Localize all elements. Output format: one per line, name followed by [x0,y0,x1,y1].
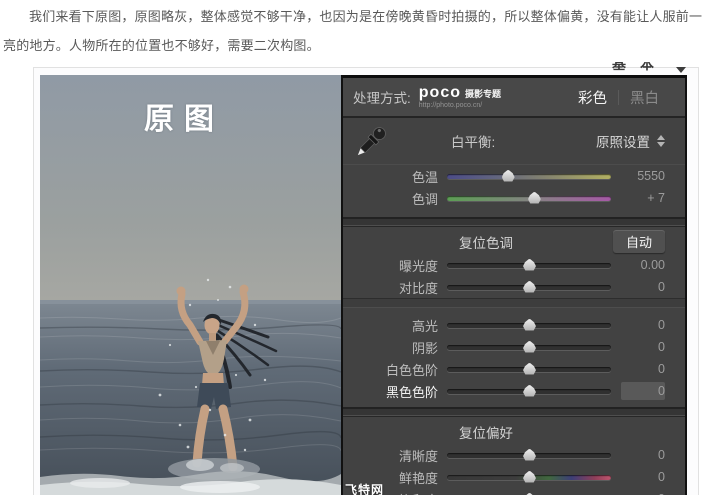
photo-label: 原图 [144,103,224,136]
exposure-value[interactable]: 0.00 [611,256,665,274]
slider-saturation: 饱和度 0 [343,488,685,495]
tone-subseparator [343,298,685,308]
original-photo: 原图 [40,75,341,495]
exposure-slider-track[interactable] [447,258,611,271]
site-watermark: 飞特网 [345,483,385,495]
slider-temp: 色温 5550 [411,167,665,185]
poco-logo: poco 摄影专题 http://photo.poco.cn/ [418,84,501,110]
exposure-slider-knob[interactable] [523,258,536,271]
temp-slider-track[interactable] [447,169,611,182]
intro-paragraph: 我们来看下原图，原图略灰，整体感觉不够干净，也因为是在傍晚黄昏时拍摄的，所以整体… [3,9,703,53]
presence-section: 复位偏好 清晰度 0 鲜艳度 0 饱和度 0 [343,417,685,495]
highlights-slider-knob[interactable] [523,318,536,331]
basic-panel-tab-cropped[interactable]: 基本 [612,62,692,75]
shadows-slider-track[interactable] [447,340,611,353]
section-separator [343,217,685,227]
slider-tint: 色调 + 7 [411,189,665,207]
contrast-value[interactable]: 0 [611,278,665,296]
whites-value[interactable]: 0 [611,360,665,378]
clarity-slider-track[interactable] [447,448,611,461]
contrast-slider-knob[interactable] [523,280,536,293]
whites-slider-knob[interactable] [523,362,536,375]
poco-url: http://photo.poco.cn/ [418,102,483,109]
slider-exposure: 曝光度 0.00 [398,256,665,274]
slider-whites: 白色色阶 0 [385,360,665,378]
temp-slider-knob[interactable] [501,169,515,182]
blacks-slider-knob[interactable] [523,384,536,397]
highlights-slider-track[interactable] [447,318,611,331]
clarity-slider-knob[interactable] [523,448,536,461]
develop-panel: 处理方式: poco 摄影专题 http://photo.poco.cn/ 彩色… [341,75,687,495]
shadows-value[interactable]: 0 [611,338,665,356]
presence-section-title[interactable]: 复位偏好 [459,422,513,442]
original-photo-illustration [40,75,341,495]
eyedropper-icon[interactable] [353,120,391,162]
mode-bw-button[interactable]: 黑白 [630,87,659,108]
whites-slider-track[interactable] [447,362,611,375]
tone-section-title[interactable]: 复位色调 [459,232,513,252]
treatment-header: 处理方式: poco 摄影专题 http://photo.poco.cn/ 彩色… [343,78,685,118]
mode-color-button[interactable]: 彩色 [578,87,607,108]
tint-value[interactable]: + 7 [611,189,665,207]
vibrance-slider-track[interactable] [447,470,611,483]
saturation-value[interactable]: 0 [611,490,665,495]
tint-slider-knob[interactable] [527,191,541,204]
page: 我们来看下原图，原图略灰，整体感觉不够干净，也因为是在傍晚黄昏时拍摄的，所以整体… [0,0,713,495]
highlights-value[interactable]: 0 [611,316,665,334]
white-balance-section: 白平衡: 原照设置 色温 5550 色调 + 7 [343,118,685,217]
temp-value[interactable]: 5550 [611,167,665,185]
dropdown-updown-icon [657,135,665,147]
blacks-value[interactable]: 0 [621,382,665,400]
blacks-slider-track[interactable] [447,384,611,397]
auto-tone-button[interactable]: 自动 [612,230,665,253]
slider-contrast: 对比度 0 [398,278,665,296]
slider-vibrance: 鲜艳度 0 [398,468,665,486]
section-separator [343,407,685,417]
vibrance-slider-knob[interactable] [523,470,536,483]
clarity-value[interactable]: 0 [611,446,665,464]
chevron-down-icon [676,67,686,73]
mode-divider [618,89,619,105]
slider-shadows: 阴影 0 [411,338,665,356]
white-balance-preset-dropdown[interactable]: 原照设置 [596,131,665,151]
shadows-slider-knob[interactable] [523,340,536,353]
tint-slider-track[interactable] [447,191,611,204]
slider-clarity: 清晰度 0 [398,446,665,464]
treatment-label: 处理方式: [353,91,411,106]
contrast-slider-track[interactable] [447,280,611,293]
tone-section: 复位色调 自动 曝光度 0.00 对比度 0 高光 0 阴影 0 白色色阶 0 … [343,227,685,407]
slider-highlights: 高光 0 [411,316,665,334]
white-balance-label: 白平衡: [451,135,496,150]
vibrance-value[interactable]: 0 [611,468,665,486]
slider-blacks: 黑色色阶 0 [385,382,665,400]
